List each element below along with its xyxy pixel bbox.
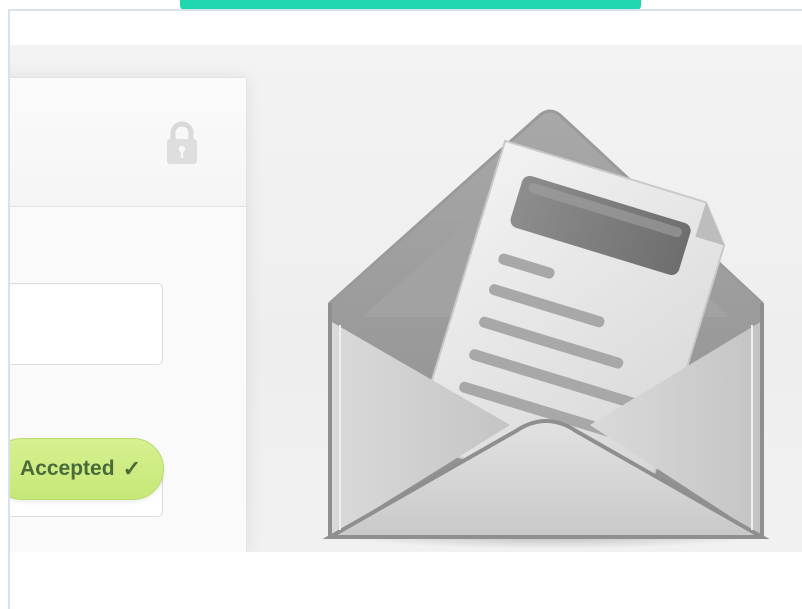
status-badge-label: Accepted bbox=[20, 457, 115, 480]
checkmark-icon: ✓ bbox=[122, 456, 141, 481]
top-border bbox=[8, 9, 802, 11]
hero-illustration: Accepted ✓ bbox=[10, 45, 802, 552]
text-input-field[interactable] bbox=[10, 283, 163, 365]
login-card: Accepted ✓ bbox=[10, 77, 247, 552]
lock-icon bbox=[167, 121, 197, 164]
card-header bbox=[10, 78, 246, 207]
open-envelope-icon bbox=[322, 109, 770, 549]
screenshot-frame: Accepted ✓ bbox=[0, 0, 802, 609]
status-badge: Accepted ✓ bbox=[10, 438, 164, 500]
